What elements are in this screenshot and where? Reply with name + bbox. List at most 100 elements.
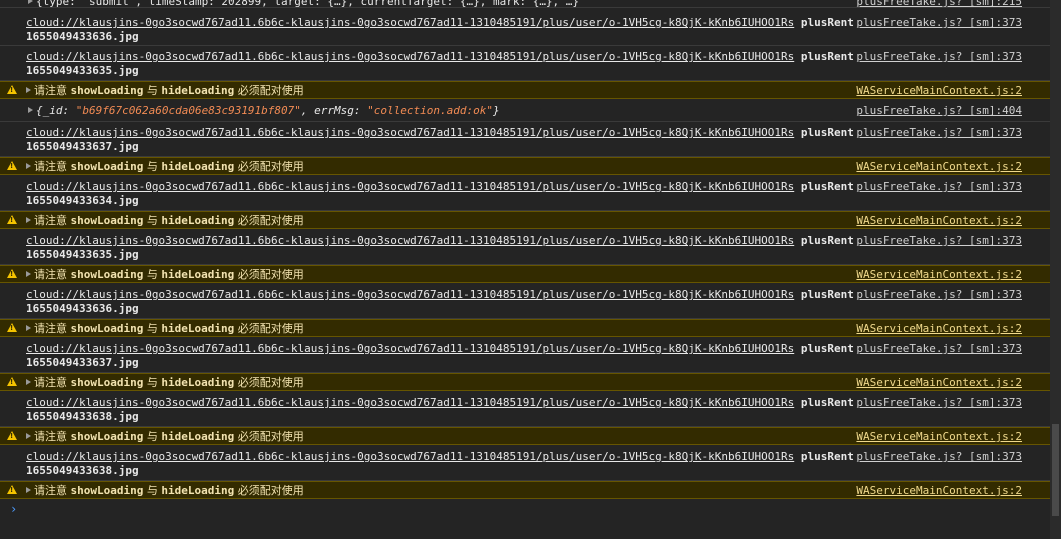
source-link[interactable]: WAServiceMainContext.js:2: [856, 430, 1022, 443]
cloud-path-link[interactable]: cloud://klausjins-0go3socwd767ad11.6b6c-…: [26, 234, 794, 247]
warning-api-name: hideLoading: [161, 214, 235, 227]
expand-caret-icon[interactable]: [26, 217, 31, 223]
object-key: errMsg: [314, 104, 354, 117]
log-label: plusRent: [800, 50, 854, 63]
log-row: cloud://klausjins-0go3socwd767ad11.6b6c-…: [0, 122, 1050, 157]
log-label: plusRent: [800, 450, 854, 463]
log-filename: 1655049433638.jpg: [26, 464, 139, 477]
log-filename: 1655049433636.jpg: [26, 302, 139, 315]
warning-text-mid: 与: [146, 376, 158, 389]
scrollbar-thumb[interactable]: [1052, 424, 1059, 516]
expand-caret-icon[interactable]: [26, 325, 31, 331]
source-link[interactable]: plusFreeTake.js? [sm]:373: [856, 342, 1022, 355]
warning-api-name: hideLoading: [161, 430, 235, 443]
cloud-path-link[interactable]: cloud://klausjins-0go3socwd767ad11.6b6c-…: [26, 396, 794, 409]
scrollbar[interactable]: [1050, 0, 1061, 539]
source-link[interactable]: WAServiceMainContext.js:2: [856, 84, 1022, 97]
warning-api-name: showLoading: [70, 430, 144, 443]
warning-icon: [7, 377, 17, 386]
cloud-path-link[interactable]: cloud://klausjins-0go3socwd767ad11.6b6c-…: [26, 16, 794, 29]
cloud-path-link[interactable]: cloud://klausjins-0go3socwd767ad11.6b6c-…: [26, 180, 794, 193]
log-filename: 1655049433637.jpg: [26, 356, 139, 369]
warning-api-name: showLoading: [70, 214, 144, 227]
source-link[interactable]: plusFreeTake.js? [sm]:373: [856, 50, 1022, 63]
expand-caret-icon[interactable]: [26, 87, 31, 93]
log-filename: 1655049433635.jpg: [26, 64, 139, 77]
cloud-path-link[interactable]: cloud://klausjins-0go3socwd767ad11.6b6c-…: [26, 288, 794, 301]
warning-text-suffix: 必须配对使用: [237, 160, 304, 173]
source-link[interactable]: plusFreeTake.js? [sm]:373: [856, 396, 1022, 409]
warning-icon: [7, 269, 17, 278]
warning-text-mid: 与: [146, 430, 158, 443]
source-link[interactable]: WAServiceMainContext.js:2: [856, 268, 1022, 281]
expand-caret-icon[interactable]: [26, 379, 31, 385]
warning-row: 请注意 showLoading 与 hideLoading 必须配对使用 WASe…: [0, 373, 1050, 391]
source-link[interactable]: plusFreeTake.js? [sm]:373: [856, 450, 1022, 463]
source-link[interactable]: plusFreeTake.js? [sm]:373: [856, 288, 1022, 301]
log-row: cloud://klausjins-0go3socwd767ad11.6b6c-…: [0, 338, 1050, 373]
source-link[interactable]: plusFreeTake.js? [sm]:215: [856, 0, 1022, 8]
warning-api-name: hideLoading: [161, 160, 235, 173]
warning-row: 请注意 showLoading 与 hideLoading 必须配对使用 WASe…: [0, 157, 1050, 175]
source-link[interactable]: plusFreeTake.js? [sm]:404: [856, 104, 1022, 117]
object-value: "collection.add:ok": [367, 104, 494, 117]
log-label: plusRent: [800, 180, 854, 193]
object-expander[interactable]: {_id: "b69f67c062a60cda06e83c93191bf807"…: [28, 104, 500, 117]
warning-text-prefix: 请注意: [34, 430, 67, 443]
warning-api-name: showLoading: [70, 376, 144, 389]
source-link[interactable]: plusFreeTake.js? [sm]:373: [856, 234, 1022, 247]
warning-text-prefix: 请注意: [34, 160, 67, 173]
log-filename: 1655049433638.jpg: [26, 410, 139, 423]
cloud-path-link[interactable]: cloud://klausjins-0go3socwd767ad11.6b6c-…: [26, 50, 794, 63]
expand-caret-icon[interactable]: [26, 433, 31, 439]
expand-caret-icon[interactable]: [26, 163, 31, 169]
warning-text-suffix: 必须配对使用: [237, 376, 304, 389]
source-link[interactable]: plusFreeTake.js? [sm]:373: [856, 126, 1022, 139]
log-filename: 1655049433637.jpg: [26, 140, 139, 153]
warning-api-name: showLoading: [70, 322, 144, 335]
cloud-path-link[interactable]: cloud://klausjins-0go3socwd767ad11.6b6c-…: [26, 450, 794, 463]
warning-text-prefix: 请注意: [34, 268, 67, 281]
warning-icon: [7, 85, 17, 94]
warning-text-mid: 与: [146, 160, 158, 173]
event-object-text: {type: "submit", timeStamp: 202899, targ…: [36, 0, 580, 8]
source-link[interactable]: WAServiceMainContext.js:2: [856, 484, 1022, 497]
warning-text-suffix: 必须配对使用: [237, 322, 304, 335]
log-label: plusRent: [800, 126, 854, 139]
log-filename: 1655049433636.jpg: [26, 30, 139, 43]
warning-api-name: showLoading: [70, 160, 144, 173]
warning-api-name: hideLoading: [161, 484, 235, 497]
console-prompt-input[interactable]: ›: [10, 502, 17, 516]
log-row: cloud://klausjins-0go3socwd767ad11.6b6c-…: [0, 176, 1050, 211]
log-row-partial: {type: "submit", timeStamp: 202899, targ…: [0, 0, 1050, 8]
cloud-path-link[interactable]: cloud://klausjins-0go3socwd767ad11.6b6c-…: [26, 126, 794, 139]
warning-text-prefix: 请注意: [34, 376, 67, 389]
log-row: cloud://klausjins-0go3socwd767ad11.6b6c-…: [0, 8, 1050, 46]
source-link[interactable]: WAServiceMainContext.js:2: [856, 322, 1022, 335]
console-panel: {type: "submit", timeStamp: 202899, targ…: [0, 0, 1050, 539]
warning-text-prefix: 请注意: [34, 84, 67, 97]
source-link[interactable]: plusFreeTake.js? [sm]:373: [856, 180, 1022, 193]
warning-text-mid: 与: [146, 84, 158, 97]
warning-api-name: hideLoading: [161, 376, 235, 389]
warning-api-name: showLoading: [70, 84, 144, 97]
source-link[interactable]: WAServiceMainContext.js:2: [856, 214, 1022, 227]
expand-caret-icon[interactable]: {type: "submit", timeStamp: 202899, targ…: [28, 0, 579, 8]
warning-text-mid: 与: [146, 268, 158, 281]
object-value: "b69f67c062a60cda06e83c93191bf807": [75, 104, 301, 117]
log-label: plusRent: [800, 396, 854, 409]
expand-caret-icon[interactable]: [28, 107, 33, 113]
expand-caret-icon[interactable]: [26, 487, 31, 493]
warning-row: 请注意 showLoading 与 hideLoading 必须配对使用 WASe…: [0, 265, 1050, 283]
expand-caret-icon[interactable]: [26, 271, 31, 277]
source-link[interactable]: plusFreeTake.js? [sm]:373: [856, 16, 1022, 29]
log-filename: 1655049433635.jpg: [26, 248, 139, 261]
warning-text-mid: 与: [146, 214, 158, 227]
source-link[interactable]: WAServiceMainContext.js:2: [856, 160, 1022, 173]
log-label: plusRent: [800, 16, 854, 29]
warning-text-suffix: 必须配对使用: [237, 84, 304, 97]
source-link[interactable]: WAServiceMainContext.js:2: [856, 376, 1022, 389]
cloud-path-link[interactable]: cloud://klausjins-0go3socwd767ad11.6b6c-…: [26, 342, 794, 355]
warning-api-name: hideLoading: [161, 322, 235, 335]
warning-row: 请注意 showLoading 与 hideLoading 必须配对使用 WASe…: [0, 81, 1050, 99]
